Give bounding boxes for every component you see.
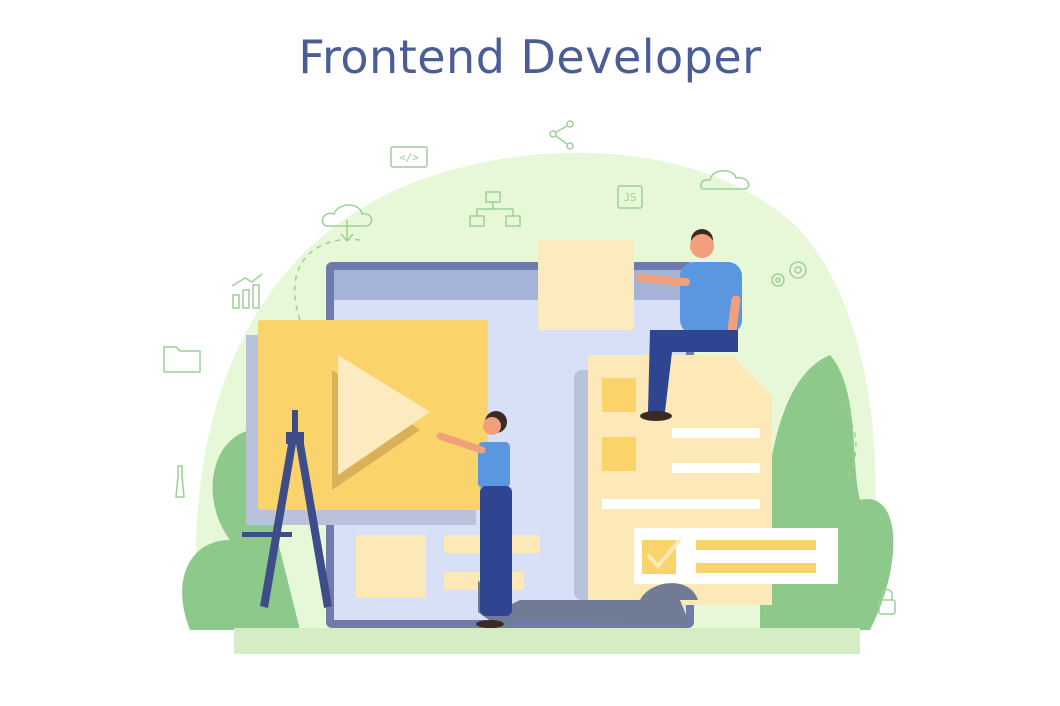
share-icon bbox=[549, 120, 574, 150]
bar-chart-icon bbox=[231, 273, 263, 309]
wrench-small-icon bbox=[175, 465, 185, 498]
svg-text:JS: JS bbox=[623, 191, 636, 204]
ground bbox=[234, 628, 860, 654]
frontend-developer-scene: </> JS bbox=[163, 120, 896, 654]
checklist-line bbox=[696, 540, 816, 550]
doc-line bbox=[602, 499, 760, 509]
floating-card bbox=[538, 240, 634, 330]
doc-checkbox bbox=[602, 378, 636, 412]
doc-line bbox=[672, 463, 760, 473]
illustration: Frontend Developer </> JS bbox=[0, 0, 1060, 706]
checkbox-checked bbox=[642, 540, 676, 574]
checklist-line bbox=[696, 563, 816, 573]
folder-icon bbox=[163, 346, 201, 373]
screen-box bbox=[356, 535, 426, 598]
code-icon: </> bbox=[390, 146, 428, 168]
svg-text:</>: </> bbox=[399, 151, 419, 164]
doc-checkbox bbox=[602, 437, 636, 471]
doc-line bbox=[672, 428, 760, 438]
